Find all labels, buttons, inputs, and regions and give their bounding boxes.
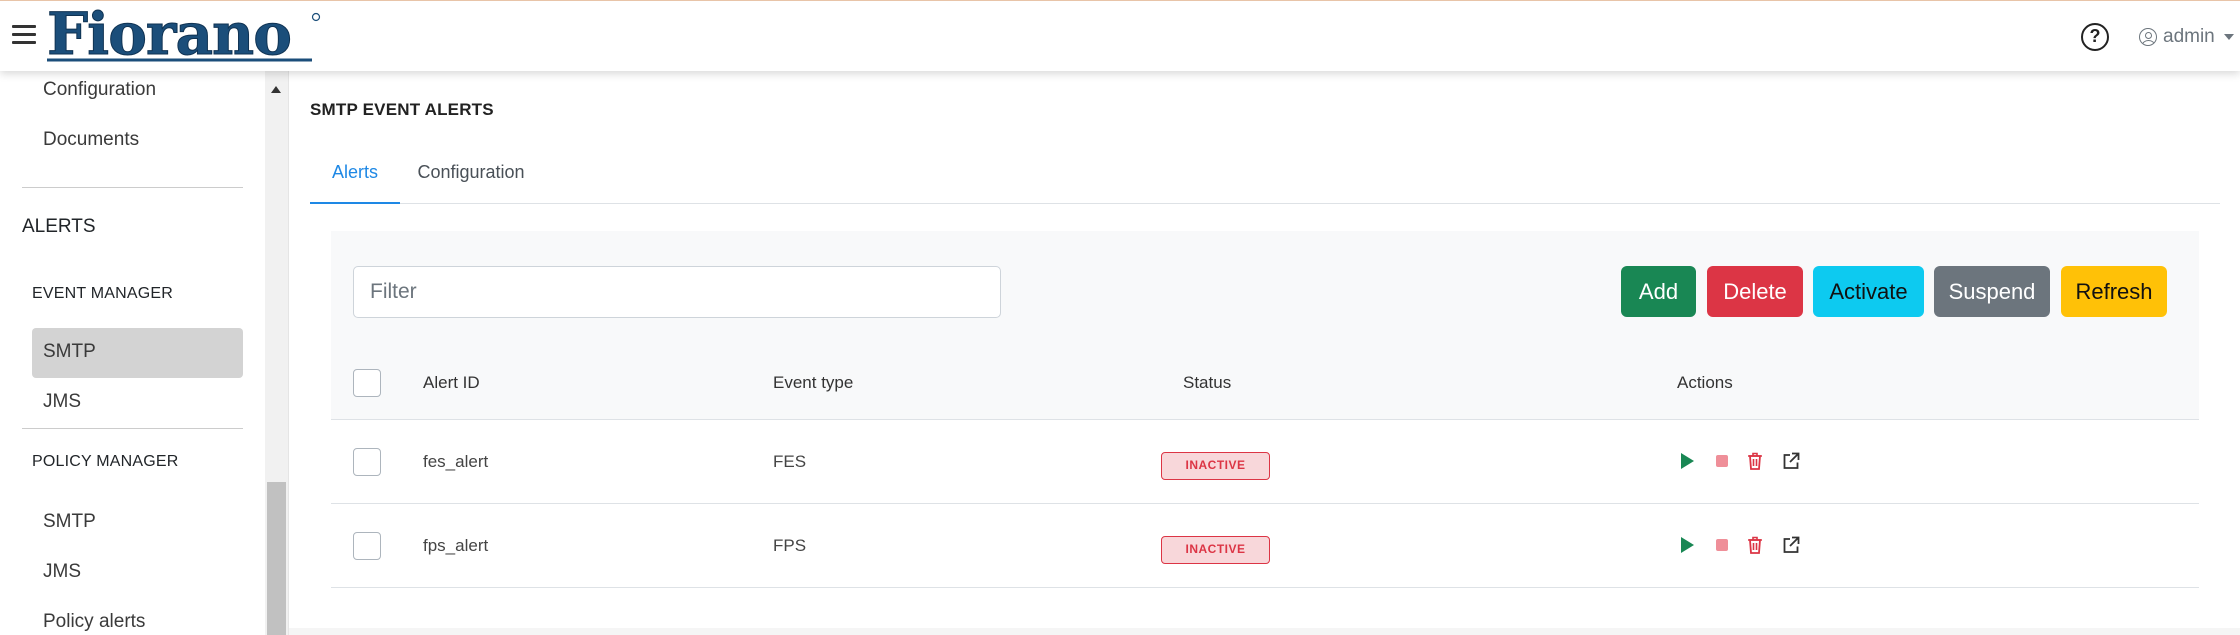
user-circle-icon [2139, 28, 2157, 46]
event-type-cell: FPS [773, 536, 807, 555]
page-bottom-strip [289, 628, 2240, 635]
table-row: fps_alert FPS INACTIVE [331, 505, 2199, 588]
suspend-button[interactable]: Suspend [1934, 266, 2050, 317]
select-all-checkbox[interactable] [353, 369, 381, 397]
alert-id-cell: fps_alert [423, 536, 489, 555]
tab-configuration[interactable]: Configuration [400, 148, 542, 204]
activate-button[interactable]: Activate [1813, 266, 1924, 317]
sidebar-divider [22, 187, 243, 188]
top-navbar: Fiorano ? admin [0, 0, 2240, 71]
sidebar-item-configuration[interactable]: Configuration [43, 79, 156, 101]
user-name: admin [2163, 26, 2215, 47]
sidebar-item-event-jms[interactable]: JMS [43, 391, 81, 413]
column-header-status[interactable]: Status [1183, 373, 1231, 393]
refresh-button[interactable]: Refresh [2061, 266, 2167, 317]
add-button[interactable]: Add [1621, 266, 1696, 317]
play-icon[interactable] [1677, 451, 1697, 471]
sidebar-item-policy-jms[interactable]: JMS [43, 561, 81, 583]
event-type-cell: FES [773, 452, 807, 471]
external-link-icon[interactable] [1781, 451, 1801, 471]
sidebar-item-policy-alerts[interactable]: Policy alerts [43, 611, 145, 633]
delete-button[interactable]: Delete [1707, 266, 1803, 317]
row-checkbox[interactable] [353, 448, 381, 476]
sidebar-heading-alerts: ALERTS [22, 216, 96, 237]
svg-text:Fiorano: Fiorano [47, 7, 291, 63]
sidebar-heading-event-manager: EVENT MANAGER [32, 285, 173, 302]
page-title: SMTP EVENT ALERTS [310, 100, 494, 119]
main-content: SMTP EVENT ALERTS Alerts Configuration A… [289, 71, 2240, 635]
user-menu[interactable]: admin [2139, 25, 2234, 49]
trash-icon[interactable] [1745, 535, 1765, 555]
hamburger-icon[interactable] [12, 25, 36, 45]
scroll-up-arrow-icon[interactable] [271, 86, 281, 93]
alert-id-cell: fes_alert [423, 452, 489, 471]
tab-alerts[interactable]: Alerts [310, 148, 400, 204]
chevron-down-icon [2223, 34, 2234, 40]
filter-input[interactable] [353, 266, 1001, 318]
external-link-icon[interactable] [1781, 535, 1801, 555]
stop-icon[interactable] [1712, 535, 1732, 555]
sidebar-scrollbar[interactable] [265, 71, 288, 635]
sidebar-item-policy-smtp[interactable]: SMTP [43, 511, 96, 533]
column-header-alert-id[interactable]: Alert ID [423, 373, 480, 393]
play-icon[interactable] [1677, 535, 1697, 555]
column-header-actions: Actions [1677, 373, 1733, 392]
trash-icon[interactable] [1745, 451, 1765, 471]
fiorano-logo[interactable]: Fiorano [47, 7, 322, 63]
sidebar-item-documents[interactable]: Documents [43, 129, 139, 151]
sidebar-item-event-smtp[interactable]: SMTP [43, 341, 96, 363]
toolbar-panel: Add Delete Activate Suspend Refresh [331, 231, 2199, 346]
scrollbar-thumb[interactable] [267, 482, 286, 635]
stop-icon[interactable] [1712, 451, 1732, 471]
table-header: Alert ID Event type Status Actions [331, 346, 2199, 420]
status-badge: INACTIVE [1161, 536, 1270, 564]
table-row: fes_alert FES INACTIVE [331, 421, 2199, 504]
sidebar-heading-policy-manager: POLICY MANAGER [32, 453, 179, 470]
sidebar: Configuration Documents ALERTS EVENT MAN… [0, 71, 265, 635]
help-icon[interactable]: ? [2081, 23, 2109, 51]
tab-bar: Alerts Configuration [310, 148, 2220, 204]
status-badge: INACTIVE [1161, 452, 1270, 480]
sidebar-divider [22, 428, 243, 429]
row-checkbox[interactable] [353, 532, 381, 560]
column-header-event-type[interactable]: Event type [773, 373, 853, 393]
